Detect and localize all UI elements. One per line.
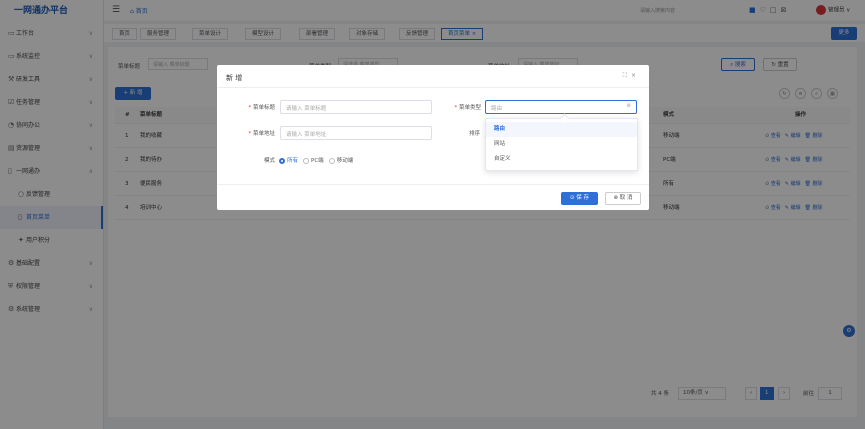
dropdown-option-2[interactable]: 自定义 — [486, 152, 637, 167]
mode-label: 模式 — [263, 158, 275, 164]
radio-dot — [328, 157, 335, 164]
radio-label: 所有 — [287, 158, 299, 164]
dropdown-options: 路由 网站 自定义 — [486, 119, 637, 167]
cancel-button[interactable]: ⊗ 取 消 — [605, 192, 641, 205]
save-button[interactable]: ⊙ 保 存 — [561, 192, 598, 205]
menu-addr-label-text: 菜单地址 — [252, 131, 275, 137]
maximize-icon[interactable]: ⛶ — [623, 72, 631, 79]
dropdown-option-0[interactable]: 路由 — [486, 122, 637, 137]
mode-radio-0[interactable]: 所有 — [279, 156, 298, 164]
dialog-footer-divider — [217, 184, 649, 185]
dialog-title: 新 增 — [226, 74, 243, 82]
menu-type-dropdown: 路由 网站 自定义 — [485, 113, 638, 171]
app-root: 一网通办平台 ▭工作台 ∨ ▭系统监控 ∨ ⚒ 研发工具 ∨ ☑ 任务管理 ∨ ◔ 协同办公 ∨ ▤资源管… — [0, 0, 865, 429]
menu-addr-label: * 菜单地址 — [248, 131, 275, 137]
menu-addr-input[interactable]: 请输入 菜单地址 — [280, 126, 432, 140]
dialog-divider — [217, 87, 649, 88]
close-icon[interactable]: × — [631, 72, 640, 79]
menu-title-label: * 菜单标题 — [248, 105, 275, 111]
cancel-button-label: 取 消 — [619, 195, 633, 201]
dialog-controls: ⛶× — [623, 72, 640, 80]
menu-type-select[interactable]: 路由 ⊗ — [485, 100, 637, 114]
radio-label: 移动端 — [336, 158, 354, 164]
save-button-label: 保 存 — [576, 195, 590, 201]
menu-title-input[interactable]: 请输入 菜单标题 — [280, 100, 432, 114]
menu-type-label-text: 菜单类型 — [458, 105, 481, 111]
mode-radio-2[interactable]: 移动端 — [328, 156, 354, 164]
menu-title-label-text: 菜单标题 — [252, 105, 275, 111]
mode-radio-1[interactable]: PC端 — [303, 156, 324, 164]
radio-label: PC端 — [311, 158, 324, 164]
radio-dot — [303, 157, 310, 164]
clear-icon[interactable]: ⊗ — [626, 103, 631, 109]
dropdown-option-1[interactable]: 网站 — [486, 137, 637, 152]
menu-type-value: 路由 — [491, 106, 503, 112]
radio-dot — [279, 157, 285, 164]
sort-label: 排序 — [468, 131, 480, 137]
menu-type-label: * 菜单类型 — [454, 105, 481, 111]
mode-radio-group: 所有 PC端 移动端 — [279, 156, 358, 164]
